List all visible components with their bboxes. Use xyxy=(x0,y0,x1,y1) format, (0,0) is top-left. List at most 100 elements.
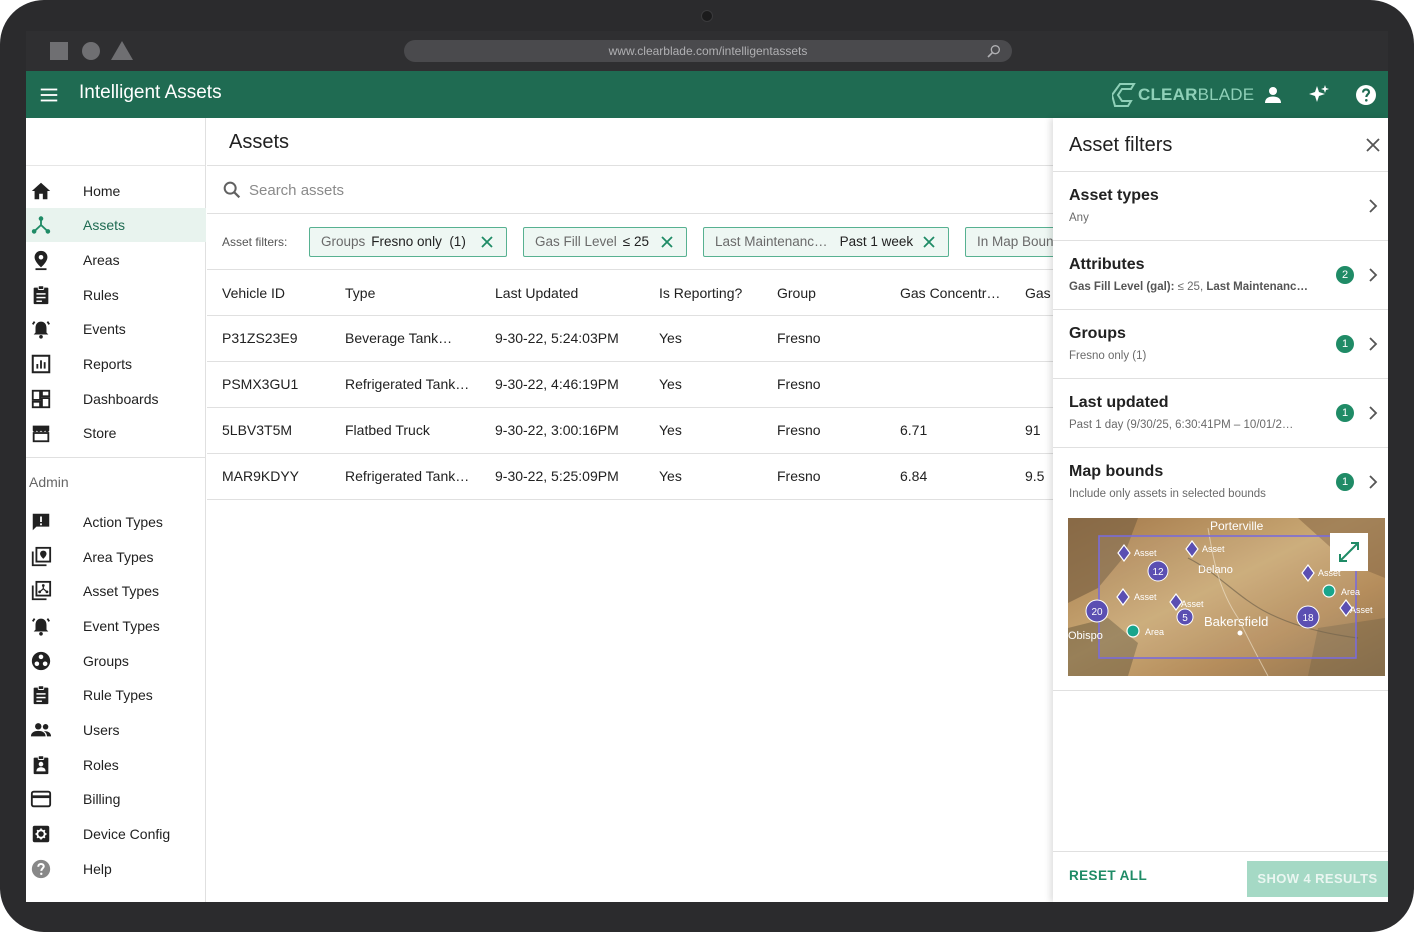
location-pin-icon xyxy=(34,250,48,271)
expand-icon[interactable] xyxy=(1330,533,1368,571)
show-results-button[interactable]: SHOW 4 RESULTS xyxy=(1247,861,1388,897)
filter-section-groups[interactable]: Groups Fresno only (1) 1 xyxy=(1053,310,1388,379)
column-header[interactable]: Is Reporting? xyxy=(659,285,742,301)
map-marker-area[interactable]: Area xyxy=(1322,584,1360,598)
url-bar[interactable]: www.clearblade.com/intelligentassets xyxy=(404,40,1012,62)
sidebar-item-groups[interactable]: Groups xyxy=(26,644,206,678)
close-icon[interactable] xyxy=(480,235,494,249)
sidebar-item-rule-types[interactable]: Rule Types xyxy=(26,678,206,712)
chip-key: In Map Boun xyxy=(977,234,1053,249)
column-header[interactable]: Group xyxy=(777,285,816,301)
app-bar: Intelligent Assets CLEARBLADE xyxy=(26,71,1388,118)
filter-section-last-updated[interactable]: Last updated Past 1 day (9/30/25, 6:30:4… xyxy=(1053,379,1388,448)
sidebar-item-label: Areas xyxy=(83,252,120,268)
sidebar-item-label: Rules xyxy=(83,287,119,303)
sidebar-item-store[interactable]: Store xyxy=(26,416,206,450)
sidebar-item-events[interactable]: Events xyxy=(26,312,206,346)
sidebar-item-label: Action Types xyxy=(83,514,163,530)
filter-chip-groups[interactable]: Groups Fresno only (1) xyxy=(309,227,507,257)
main-content: Assets Asset filters: Groups Fresno only … xyxy=(207,118,1058,902)
search-input[interactable] xyxy=(249,177,849,203)
section-subtitle: Gas Fill Level (gal): ≤ 25, Last Mainten… xyxy=(1069,281,1308,293)
filter-chip-last-maintenance[interactable]: Last Maintenanc… Past 1 week xyxy=(703,227,949,257)
sidebar-item-reports[interactable]: Reports xyxy=(26,347,206,381)
sidebar-item-event-types[interactable]: Event Types xyxy=(26,609,206,643)
chip-value: ≤ 25 xyxy=(622,234,649,249)
sidebar-item-device-config[interactable]: Device Config xyxy=(26,817,206,851)
window-circle-icon xyxy=(82,42,100,60)
map-city-label: Obispo xyxy=(1068,630,1103,642)
sidebar-item-rules[interactable]: Rules xyxy=(26,278,206,312)
filter-section-asset-types[interactable]: Asset types Any xyxy=(1053,172,1388,241)
section-subtitle: Any xyxy=(1069,212,1089,224)
hamburger-menu-icon[interactable] xyxy=(38,84,60,106)
reset-all-button[interactable]: RESET ALL xyxy=(1069,868,1147,883)
sidebar-item-roles[interactable]: Roles xyxy=(26,748,206,782)
clipboard-icon xyxy=(33,685,49,705)
help-icon[interactable] xyxy=(1354,83,1378,107)
map-cluster[interactable]: 18 xyxy=(1296,605,1320,629)
table-cell: Fresno xyxy=(777,330,821,346)
close-icon[interactable] xyxy=(1365,137,1381,153)
window-square-icon xyxy=(50,42,68,60)
clearblade-logo-icon xyxy=(1112,83,1136,107)
chip-key: Last Maintenanc… xyxy=(715,234,828,249)
column-header[interactable]: Vehicle ID xyxy=(222,285,285,301)
table-cell: Beverage Tank… xyxy=(345,330,453,346)
sidebar-item-action-types[interactable]: Action Types xyxy=(26,505,206,539)
sidebar-item-label: Event Types xyxy=(83,618,160,634)
map-cluster[interactable]: 12 xyxy=(1147,560,1169,582)
sidebar-item-label: Groups xyxy=(83,653,129,669)
report-chart-icon xyxy=(31,354,51,374)
filter-chip-gas-fill-level[interactable]: Gas Fill Level ≤ 25 xyxy=(523,227,687,257)
sidebar-item-areas[interactable]: Areas xyxy=(26,243,206,277)
url-search-icon[interactable] xyxy=(986,43,1002,59)
sidebar-item-assets[interactable]: Assets xyxy=(26,208,206,242)
sidebar-item-asset-types[interactable]: Asset Types xyxy=(26,574,206,608)
asset-types-icon xyxy=(31,580,52,601)
filter-chip-map-bounds[interactable]: In Map Boun xyxy=(965,227,1053,257)
chevron-right-icon xyxy=(1369,406,1378,420)
sidebar-item-label: Billing xyxy=(83,791,121,807)
table-row[interactable]: PSMX3GU1 Refrigerated Tank… 9-30-22, 4:4… xyxy=(207,362,1053,408)
brand-text-clear: CLEAR xyxy=(1138,85,1198,104)
dashboard-icon xyxy=(31,389,51,409)
page-header: Assets xyxy=(207,118,1053,166)
chevron-right-icon xyxy=(1369,337,1378,351)
column-header[interactable]: Type xyxy=(345,285,375,301)
table-cell: 6.71 xyxy=(900,422,928,438)
account-icon[interactable] xyxy=(1261,83,1285,107)
roles-icon xyxy=(33,755,49,775)
credit-card-icon xyxy=(30,790,52,808)
table-row[interactable]: MAR9KDYY Refrigerated Tank… 9-30-22, 5:2… xyxy=(207,454,1053,500)
count-badge: 1 xyxy=(1336,335,1354,353)
table-row[interactable]: 5LBV3T5M Flatbed Truck 9-30-22, 3:00:16P… xyxy=(207,408,1053,454)
sidebar-item-label: Users xyxy=(83,722,120,738)
help-circle-icon xyxy=(31,859,51,879)
sidebar-item-users[interactable]: Users xyxy=(26,713,206,747)
map-cluster[interactable]: 20 xyxy=(1085,599,1109,623)
table-cell: Flatbed Truck xyxy=(345,422,430,438)
close-icon[interactable] xyxy=(660,235,674,249)
map-marker-area[interactable]: Area xyxy=(1126,624,1164,638)
sidebar-item-label: Area Types xyxy=(83,549,154,565)
sidebar-item-home[interactable]: Home xyxy=(26,174,206,208)
window-triangle-icon xyxy=(111,41,133,60)
device-config-icon xyxy=(32,825,50,843)
sidebar-item-help[interactable]: Help xyxy=(26,852,206,886)
search-bar xyxy=(207,166,1053,214)
sidebar-item-dashboards[interactable]: Dashboards xyxy=(26,382,206,416)
sidebar-item-billing[interactable]: Billing xyxy=(26,782,206,816)
close-icon[interactable] xyxy=(922,235,936,249)
column-header[interactable]: Gas Concentr… xyxy=(900,285,1000,301)
filter-section-attributes[interactable]: Attributes Gas Fill Level (gal): ≤ 25, L… xyxy=(1053,241,1388,310)
table-cell: Fresno xyxy=(777,422,821,438)
map-bounds-thumbnail[interactable]: Porterville Delano Bakersfield Obispo As… xyxy=(1068,518,1385,676)
svg-text:Asset: Asset xyxy=(1350,605,1373,615)
table-row[interactable]: P31ZS23E9 Beverage Tank… 9-30-22, 5:24:0… xyxy=(207,316,1053,362)
column-header[interactable]: Last Updated xyxy=(495,285,578,301)
table-cell: 6.84 xyxy=(900,468,928,484)
sidebar-item-area-types[interactable]: Area Types xyxy=(26,540,206,574)
map-cluster[interactable]: 5 xyxy=(1176,608,1194,626)
sparkle-icon[interactable] xyxy=(1307,83,1331,107)
